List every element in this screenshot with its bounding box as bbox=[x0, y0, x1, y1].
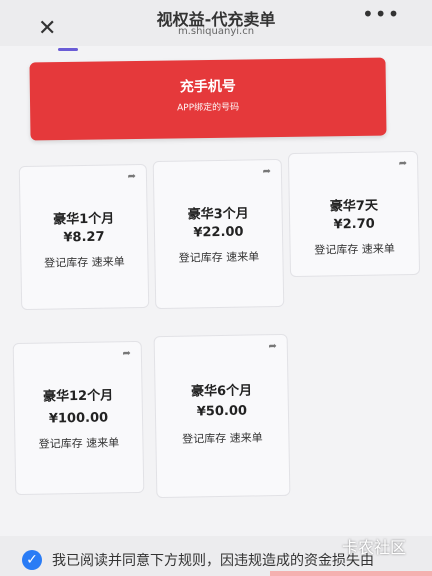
warning-strip bbox=[270, 571, 432, 576]
more-horizontal-icon[interactable]: ••• bbox=[362, 2, 400, 26]
product-price: ¥50.00 bbox=[196, 403, 248, 420]
share-icon[interactable]: ➦ bbox=[399, 158, 408, 169]
product-card[interactable]: ➦ 豪华3个月 ¥22.00 登记库存 速来单 bbox=[152, 158, 285, 310]
product-price: ¥100.00 bbox=[48, 410, 109, 427]
product-name: 豪华6个月 bbox=[190, 383, 253, 400]
product-tags: 登记库存 速来单 bbox=[44, 255, 125, 270]
product-tags: 登记库存 速来单 bbox=[182, 431, 263, 446]
product-card[interactable]: ➦ 豪华12个月 ¥100.00 登记库存 速来单 bbox=[12, 340, 145, 496]
share-icon[interactable]: ➦ bbox=[268, 341, 277, 352]
top-bar: ✕ 视权益-代充卖单 m.shiquanyi.cn ••• bbox=[0, 0, 432, 46]
banner-subtitle: APP绑定的号码 bbox=[177, 102, 240, 114]
product-tags: 登记库存 速来单 bbox=[38, 436, 120, 451]
share-icon[interactable]: ➦ bbox=[262, 166, 271, 177]
checkbox-checked-icon[interactable]: ✓ bbox=[22, 550, 42, 570]
product-price: ¥22.00 bbox=[193, 224, 244, 241]
product-name: 豪华1个月 bbox=[53, 211, 115, 228]
product-price: ¥2.70 bbox=[333, 216, 375, 233]
watermark: 卡农社区 bbox=[342, 538, 407, 557]
product-name: 豪华12个月 bbox=[42, 388, 114, 405]
share-icon[interactable]: ➦ bbox=[122, 348, 131, 359]
product-card[interactable]: ➦ 豪华6个月 ¥50.00 登记库存 速来单 bbox=[153, 333, 291, 499]
product-name: 豪华3个月 bbox=[187, 206, 249, 223]
product-card[interactable]: ➦ 豪华1个月 ¥8.27 登记库存 速来单 bbox=[18, 163, 150, 311]
agreement-text: 我已阅读并同意下方规则，因违规造成的资金损失由 bbox=[52, 553, 374, 569]
product-name: 豪华7天 bbox=[329, 198, 379, 215]
product-tags: 登记库存 速来单 bbox=[178, 250, 260, 265]
tab-indicator bbox=[58, 48, 78, 51]
product-tags: 登记库存 速来单 bbox=[314, 242, 395, 257]
page-url: m.shiquanyi.cn bbox=[177, 26, 255, 37]
share-icon[interactable]: ➦ bbox=[127, 171, 136, 182]
product-price: ¥8.27 bbox=[63, 229, 105, 246]
recharge-phone-banner[interactable]: 充手机号 APP绑定的号码 bbox=[29, 57, 387, 141]
product-card[interactable]: ➦ 豪华7天 ¥2.70 登记库存 速来单 bbox=[287, 150, 421, 278]
banner-title: 充手机号 bbox=[179, 78, 236, 96]
